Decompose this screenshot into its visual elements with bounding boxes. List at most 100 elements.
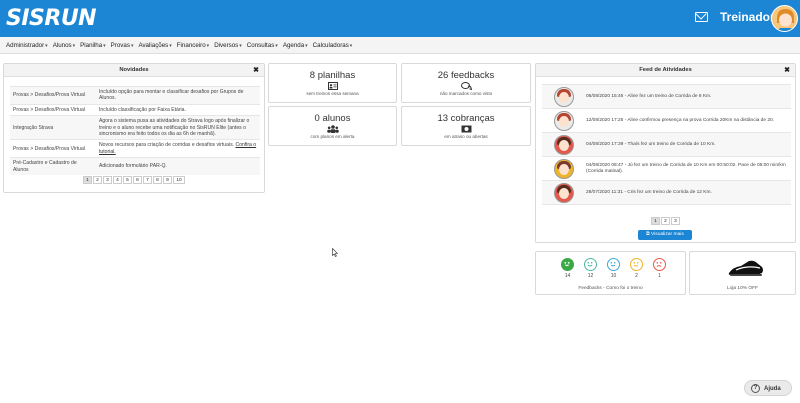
stat-alunos[interactable]: 0 alunos com planos em alerta xyxy=(268,106,397,146)
news-category: Provas > Desafios/Prova Virtual xyxy=(10,103,96,116)
news-page-4[interactable]: 4 xyxy=(113,176,122,184)
stat-planilhas[interactable]: 8 planilhas sem treinos essa semana xyxy=(268,63,397,103)
list-item: 06/08/2020 15:46 - Aline fez um treino d… xyxy=(542,85,791,109)
news-panel: Novidades ✖ Provas > Desafios/Prova Virt… xyxy=(3,63,265,193)
logo[interactable]: SISRUN xyxy=(6,6,97,32)
feed-page-1[interactable]: 1 xyxy=(651,217,660,225)
feedback-emoji-row: 14 12 10 2 1 xyxy=(560,258,667,279)
chat-icon xyxy=(402,82,530,91)
news-category: Pré-Cadastro e Cadastro de Alunos xyxy=(10,157,96,176)
feed-pagination: 1 2 3 xyxy=(536,217,795,225)
question-icon: ? xyxy=(751,384,760,393)
avatar[interactable] xyxy=(771,5,798,32)
stat-label: não marcados como visto xyxy=(439,91,493,96)
list-item: 04/08/2020 08:47 - Jú fez um treino de C… xyxy=(542,157,791,181)
news-text: Incluído opção para montar e classificar… xyxy=(96,86,260,105)
menu-financeiro[interactable]: Financeiro▾ xyxy=(177,42,209,49)
feedback-count: 2 xyxy=(635,273,638,279)
feed-avatar xyxy=(554,158,574,179)
news-page-10[interactable]: 10 xyxy=(173,176,185,184)
view-more-button[interactable]: ⧉ Visualizar mais xyxy=(638,230,692,240)
list-item: 04/08/2020 17:39 - Thaís fez um treino d… xyxy=(542,133,791,157)
money-icon xyxy=(402,125,530,133)
news-text: Incluído classificação por Faixa Etária. xyxy=(96,103,260,116)
news-page-5[interactable]: 5 xyxy=(123,176,132,184)
stat-value: 26 feedbacks xyxy=(437,70,495,81)
feed-time: 04/08/2020 17:39 xyxy=(586,141,624,147)
help-button[interactable]: ? Ajuda xyxy=(744,380,792,396)
feedback-bad: 1 xyxy=(652,258,667,279)
news-page-3[interactable]: 3 xyxy=(103,176,112,184)
feedback-good: 12 xyxy=(583,258,598,279)
menu-avaliacoes[interactable]: Avaliações▾ xyxy=(138,42,171,49)
stat-cobrancas[interactable]: 13 cobranças em atraso ou abertas xyxy=(401,106,531,146)
table-row: Provas > Desafios/Prova Virtual Incluído… xyxy=(10,103,260,116)
feedback-count: 1 xyxy=(658,273,661,279)
news-panel-header: Novidades ✖ xyxy=(4,64,264,77)
news-category: Integração Strava xyxy=(10,115,96,140)
menu-administrador[interactable]: Administrador▾ xyxy=(6,42,48,49)
news-text: Agora o sistema puxa as atividades do St… xyxy=(96,115,260,140)
table-row: Pré-Cadastro e Cadastro de Alunos Adicio… xyxy=(10,157,260,176)
slight-smile-face-icon xyxy=(607,258,620,271)
feed-time: 12/08/2020 17:25 xyxy=(586,117,624,123)
feed-close-icon[interactable]: ✖ xyxy=(784,64,790,77)
feed-page-3[interactable]: 3 xyxy=(671,217,680,225)
help-label: Ajuda xyxy=(764,386,781,392)
feedback-summary-panel[interactable]: 14 12 10 2 1 Feedbacks - Como foi o trei… xyxy=(535,251,686,295)
table-row: Provas > Desafios/Prova Virtual Incluído… xyxy=(10,86,260,105)
menu-calculadoras[interactable]: Calculadoras▾ xyxy=(313,42,353,49)
store-label: Loja 10% OFF xyxy=(727,286,758,291)
feed-avatar xyxy=(554,182,574,203)
mail-icon[interactable] xyxy=(695,12,708,22)
feedback-count: 14 xyxy=(564,273,571,279)
feed-avatar xyxy=(554,110,574,131)
news-page-2[interactable]: 2 xyxy=(93,176,102,184)
news-page-1[interactable]: 1 xyxy=(83,176,92,184)
news-page-9[interactable]: 9 xyxy=(163,176,172,184)
news-page-6[interactable]: 6 xyxy=(133,176,142,184)
stat-value: 13 cobranças xyxy=(437,113,495,124)
menu-provas[interactable]: Provas▾ xyxy=(111,42,134,49)
news-pagination: 1 2 3 4 5 6 7 8 9 10 xyxy=(4,176,264,184)
news-page-8[interactable]: 8 xyxy=(153,176,162,184)
stat-feedbacks[interactable]: 26 feedbacks não marcados como visto xyxy=(401,63,531,103)
news-text: Adicionado formulário PAR-Q. xyxy=(96,157,260,176)
feed-avatar xyxy=(554,134,574,155)
neutral-face-icon xyxy=(630,258,643,271)
news-close-icon[interactable]: ✖ xyxy=(253,64,259,77)
feed-avatar xyxy=(554,86,574,107)
feedback-count: 10 xyxy=(610,273,617,279)
menu-planilha[interactable]: Planilha▾ xyxy=(80,42,106,49)
table-row: Integração Strava Agora o sistema puxa a… xyxy=(10,115,260,140)
shoe-icon xyxy=(727,258,765,278)
list-item: 28/07/2020 11:31 - Cris fez um treino de… xyxy=(542,181,791,205)
stat-label: em atraso ou abertas xyxy=(444,134,488,139)
news-page-7[interactable]: 7 xyxy=(143,176,152,184)
table-row: Provas > Desafios/Prova Virtual Novos re… xyxy=(10,139,260,158)
feed-time: 28/07/2020 11:31 xyxy=(586,189,623,195)
menu-agenda[interactable]: Agenda▾ xyxy=(283,42,308,49)
feed-time: 06/08/2020 15:46 xyxy=(586,93,624,99)
feed-time: 04/08/2020 08:47 xyxy=(586,162,624,168)
feedback-summary-label: Feedbacks - Como foi o treino xyxy=(578,286,643,291)
feed-page-2[interactable]: 2 xyxy=(661,217,670,225)
news-table: Provas > Desafios/Prova Virtual Incluído… xyxy=(10,86,260,176)
store-panel[interactable]: Loja 10% OFF xyxy=(689,251,796,295)
mouse-cursor-icon xyxy=(332,244,339,257)
feed-text: Cris fez um treino de Corrida de 12 Km. xyxy=(627,189,712,195)
feed-panel: Feed de Atividades ✖ 06/08/2020 15:46 - … xyxy=(535,63,796,243)
feedback-meh: 2 xyxy=(629,258,644,279)
news-category: Provas > Desafios/Prova Virtual xyxy=(10,139,96,158)
feed-text: Aline confirmou presença na prova Corrid… xyxy=(627,117,775,123)
users-icon xyxy=(269,125,396,133)
menu-consultas[interactable]: Consultas▾ xyxy=(247,42,278,49)
user-name[interactable]: Treinador xyxy=(720,10,775,24)
grin-face-icon xyxy=(561,258,574,271)
main-menu: Administrador▾ Alunos▾ Planilha▾ Provas▾… xyxy=(0,37,800,54)
stat-label: sem treinos essa semana xyxy=(306,91,359,96)
feed-title: Feed de Atividades xyxy=(639,67,692,73)
feed-text: Thaís fez um treino de Corrida de 10 Km. xyxy=(627,141,716,147)
menu-diversos[interactable]: Diversos▾ xyxy=(214,42,242,49)
menu-alunos[interactable]: Alunos▾ xyxy=(53,42,75,49)
